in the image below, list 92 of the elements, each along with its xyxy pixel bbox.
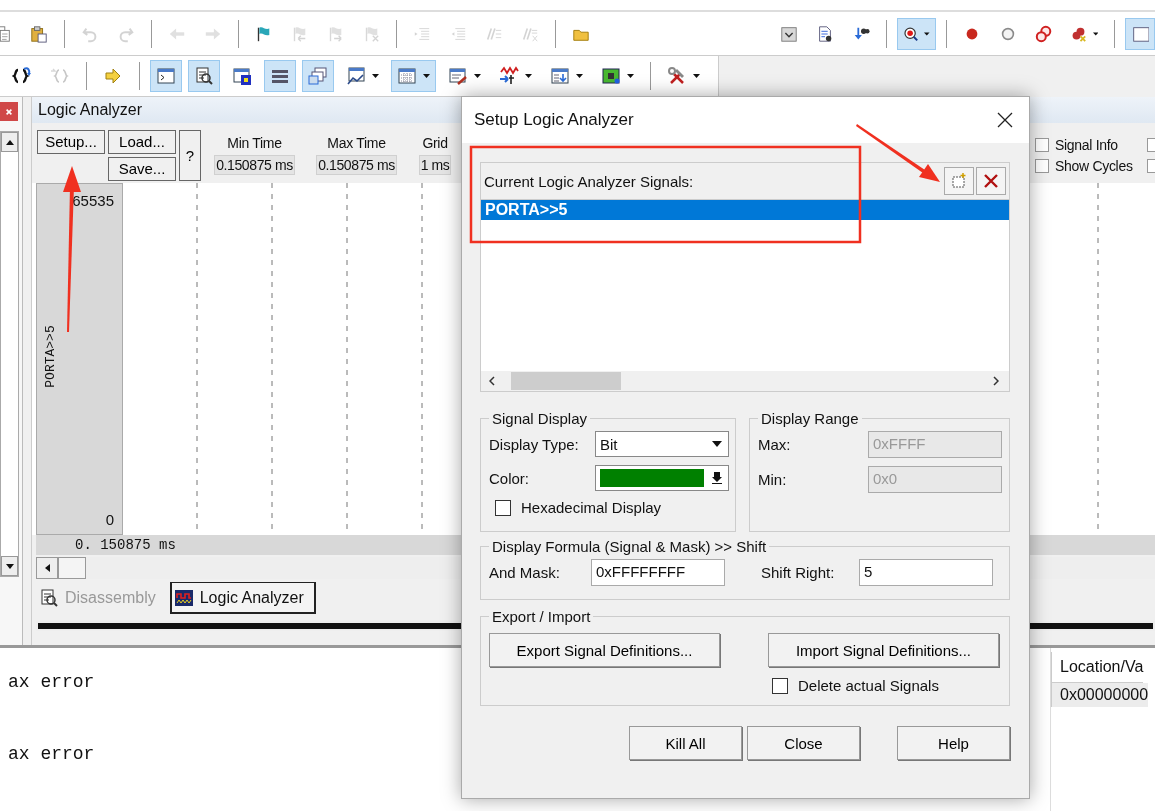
braces-icon xyxy=(12,66,32,86)
output-line: ax error xyxy=(8,744,95,766)
time-field: 0.150875 ms xyxy=(316,155,397,175)
scroll-left-button[interactable] xyxy=(36,557,58,579)
delete-icon xyxy=(982,172,1000,190)
new-item-icon xyxy=(950,172,968,190)
time-field: 1 ms xyxy=(418,155,452,175)
caret-icon xyxy=(576,74,583,78)
field-label: And Mask: xyxy=(489,564,561,581)
list-item[interactable]: PORTA>>5 xyxy=(481,200,1009,220)
scroll-thumb[interactable] xyxy=(511,372,621,390)
waveform-icon xyxy=(173,587,194,608)
windows-icon xyxy=(308,66,328,86)
chart-window-icon xyxy=(346,66,366,86)
field-label: Display Type: xyxy=(489,435,580,453)
circles-icon xyxy=(1034,23,1053,44)
signals-label: Current Logic Analyzer Signals: xyxy=(484,172,695,190)
left-arrow-icon xyxy=(44,564,50,572)
export-button[interactable]: Export Signal Definitions... xyxy=(489,633,720,667)
group-title: Signal Display xyxy=(491,410,589,427)
clipboard-icon xyxy=(30,23,48,44)
output-line: ax error xyxy=(8,672,95,694)
braces-icon xyxy=(50,66,70,86)
caret-icon xyxy=(627,74,634,78)
axis-max-label: 65535 xyxy=(72,192,114,209)
document-magnifier-icon xyxy=(194,66,214,86)
close-icon xyxy=(997,112,1013,128)
down-arrow-icon xyxy=(5,563,14,569)
right-arrow-icon xyxy=(103,66,123,86)
field-label: Min: xyxy=(758,471,788,488)
mask-field[interactable]: 0xFFFFFFFF xyxy=(591,559,725,586)
color-picker[interactable] xyxy=(595,465,729,491)
dialog-button[interactable]: Help xyxy=(897,726,1010,760)
circuit-board-icon xyxy=(601,66,621,86)
axis-min-label: 0 xyxy=(105,511,114,528)
document-magnifier-icon xyxy=(39,588,59,608)
setup-button[interactable]: Setup... xyxy=(37,129,105,154)
toolbar-button[interactable] xyxy=(188,60,220,92)
window-icon xyxy=(156,66,176,86)
toolbar-button[interactable] xyxy=(896,17,936,50)
table-cell: 0x00000000 xyxy=(1051,683,1149,707)
group-title: Display Formula (Signal & Mask) >> Shift xyxy=(491,538,768,555)
dialog-button[interactable]: Kill All xyxy=(629,726,742,760)
wave-icon xyxy=(499,66,519,86)
option-label: Signal Info xyxy=(1055,136,1119,153)
shift-field[interactable]: 5 xyxy=(859,559,993,586)
signal-name: PORTA>>5 xyxy=(42,325,58,388)
option-label: Show Cycles xyxy=(1055,157,1134,174)
edit-window-icon xyxy=(448,66,468,86)
caret-icon xyxy=(1092,31,1099,36)
tab[interactable]: Logic Analyzer xyxy=(169,582,316,614)
close-icon xyxy=(5,107,13,116)
help-button[interactable]: ? xyxy=(179,129,201,181)
field-label: Shift Right: xyxy=(761,564,836,581)
up-arrow-icon xyxy=(5,139,14,145)
caret-icon xyxy=(474,74,481,78)
vertical-scrollbar[interactable] xyxy=(0,131,19,577)
field-label: Color: xyxy=(489,469,530,487)
field-label: Max: xyxy=(758,436,792,453)
dialog-button[interactable]: Close xyxy=(747,726,860,760)
caret-icon xyxy=(693,74,700,78)
scroll-down-button[interactable] xyxy=(1,556,18,576)
display-type-dropdown[interactable]: Bit xyxy=(595,431,729,457)
tools-icon xyxy=(667,66,687,86)
field-label: Max Time xyxy=(327,135,386,151)
window-icon xyxy=(232,66,252,86)
checkbox[interactable] xyxy=(1035,137,1049,152)
scroll-up-button[interactable] xyxy=(1,132,18,152)
scroll-thumb[interactable] xyxy=(58,557,86,579)
time-field: 0.150875 ms xyxy=(214,155,295,175)
caret-icon xyxy=(525,74,532,78)
checkbox-label: Delete actual Signals xyxy=(798,677,939,694)
import-button[interactable]: Import Signal Definitions... xyxy=(768,633,999,667)
delete-button[interactable] xyxy=(976,167,1006,195)
field-label: Grid xyxy=(422,135,448,151)
checkbox[interactable] xyxy=(1035,158,1049,173)
checkbox-label: Hexadecimal Display xyxy=(521,499,662,516)
checkbox[interactable] xyxy=(495,499,511,516)
save-button[interactable]: Save... xyxy=(108,156,176,181)
cursor-time: 0. 150875 ms xyxy=(75,537,176,553)
caret-icon xyxy=(712,441,722,447)
caret-icon xyxy=(372,74,379,78)
group-title: Export / Import xyxy=(491,608,592,625)
window-icon xyxy=(550,66,570,86)
load-button[interactable]: Load... xyxy=(108,129,176,154)
caret-icon xyxy=(924,31,930,36)
field-label: Min Time xyxy=(227,135,282,151)
grid-window-icon xyxy=(397,66,417,86)
group-title: Display Range xyxy=(760,410,860,427)
down-arrow-icon xyxy=(712,472,722,484)
caret-icon xyxy=(423,74,430,78)
checkbox[interactable] xyxy=(772,677,788,694)
